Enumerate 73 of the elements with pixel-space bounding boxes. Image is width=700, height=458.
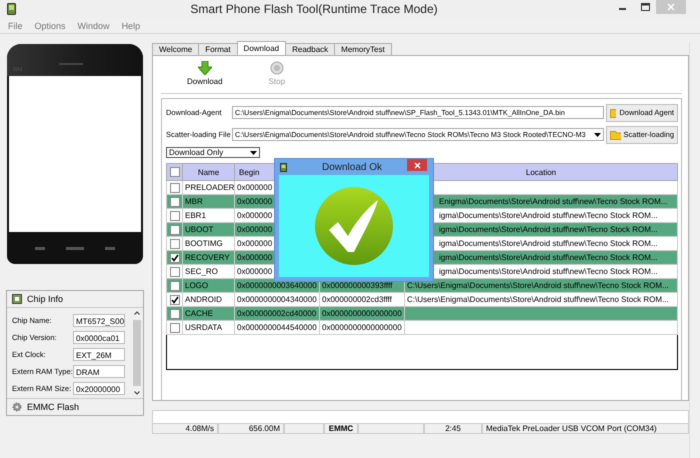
checkbox[interactable] <box>170 210 180 220</box>
checkbox[interactable] <box>170 294 180 304</box>
table-cell: C:\Users\Enigma\Documents\Store\Android stuff\new\Tecno Stock ROM... <box>407 281 669 290</box>
status-text: 2:45 <box>424 424 482 434</box>
dialog-title: Download Ok <box>320 162 384 172</box>
chip-icon <box>12 294 22 304</box>
folder-icon <box>610 129 621 140</box>
table-cell: 0x000000000393ffff <box>322 281 392 290</box>
column-header[interactable]: Name <box>182 164 234 180</box>
checkbox[interactable] <box>170 280 180 290</box>
checkbox[interactable] <box>170 167 180 177</box>
download-button[interactable]: Download <box>183 59 227 93</box>
caret-icon <box>250 150 257 154</box>
window-title: Smart Phone Flash Tool(Runtime Trace Mode) <box>189 2 439 16</box>
table-cell: igma\Documents\Store\Android stuff\new\Tecno Stock ROM... <box>439 253 658 262</box>
menu-item[interactable]: Options <box>34 20 66 30</box>
status-cell <box>358 424 424 434</box>
maximize-icon <box>640 3 650 11</box>
checkbox[interactable] <box>170 182 180 192</box>
checkbox[interactable] <box>170 308 180 318</box>
tab[interactable]: Download <box>236 41 286 55</box>
text-field[interactable]: EXT_26M <box>73 348 125 361</box>
mode-dropdown[interactable]: Download Only <box>166 147 260 158</box>
table-cell: 0x0000000000000000 <box>322 323 402 332</box>
menu-item[interactable]: Help <box>122 20 140 30</box>
table-cell: CACHE <box>182 306 234 320</box>
table-cell: Enigma\Documents\Store\Android stuff\new\Tecno Stock ROM... <box>439 197 668 206</box>
text-field[interactable]: 0x20000000 <box>73 382 125 395</box>
stop-icon <box>270 61 284 75</box>
status-text: EMMC <box>324 424 358 434</box>
table-cell: LOGO <box>182 278 234 292</box>
app-icon <box>280 162 287 172</box>
app-icon <box>7 3 16 15</box>
close-icon <box>414 162 420 168</box>
menu-item[interactable]: Window <box>78 20 110 30</box>
table-cell: igma\Documents\Store\Android stuff\new\Tecno Stock ROM... <box>439 239 658 248</box>
table-cell: igma\Documents\Store\Android stuff\new\Tecno Stock ROM... <box>439 225 658 234</box>
table-cell: 0x000000002cd40000 <box>234 306 320 320</box>
status-text: 656.00M <box>218 424 284 434</box>
panel-title: Chip Info <box>27 294 64 304</box>
tab[interactable]: Readback <box>285 43 336 55</box>
menu-item[interactable]: File <box>8 20 23 30</box>
checkbox[interactable] <box>170 238 180 248</box>
panel-label[interactable]: EMMC Flash <box>27 402 80 412</box>
checkbox[interactable] <box>170 196 180 206</box>
text-field[interactable]: DRAM <box>73 365 125 378</box>
tab[interactable]: MemoryTest <box>334 43 392 55</box>
status-text: MediaTek PreLoader USB VCOM Port (COM34) <box>482 424 689 434</box>
text-field[interactable]: MT6572_S00 <box>73 314 125 327</box>
checkbox[interactable] <box>170 224 180 234</box>
close-button[interactable] <box>407 159 427 171</box>
close-icon <box>667 3 675 11</box>
tab[interactable]: Welcome <box>152 43 200 55</box>
table-cell: igma\Documents\Store\Android stuff\new\Tecno Stock ROM... <box>439 267 658 276</box>
status-text: 4.08M/s <box>152 424 218 434</box>
table-cell: 0x000000002cd3ffff <box>322 295 392 304</box>
table-cell: RECOVERY <box>182 250 234 264</box>
table-cell: MBR <box>182 194 234 208</box>
folder-icon <box>610 107 616 118</box>
status-cell <box>284 424 324 434</box>
table-cell: 0x0000000000000000 <box>322 309 402 318</box>
table-cell: UBOOT <box>182 222 234 236</box>
caret-icon <box>594 132 601 136</box>
checkbox[interactable] <box>170 266 180 276</box>
checkbox[interactable] <box>170 322 180 332</box>
check-mark-icon <box>314 186 394 266</box>
table-cell: C:\Users\Enigma\Documents\Store\Android stuff\new\Tecno Stock ROM... <box>407 295 669 304</box>
tab[interactable]: Format <box>198 43 238 55</box>
checkbox[interactable] <box>170 252 180 262</box>
table-cell: igma\Documents\Store\Android stuff\new\Tecno Stock ROM... <box>439 211 658 220</box>
gear-icon <box>12 402 22 412</box>
text-field[interactable]: 0x0000ca01 <box>73 331 125 344</box>
down-arrow-icon <box>198 61 212 75</box>
